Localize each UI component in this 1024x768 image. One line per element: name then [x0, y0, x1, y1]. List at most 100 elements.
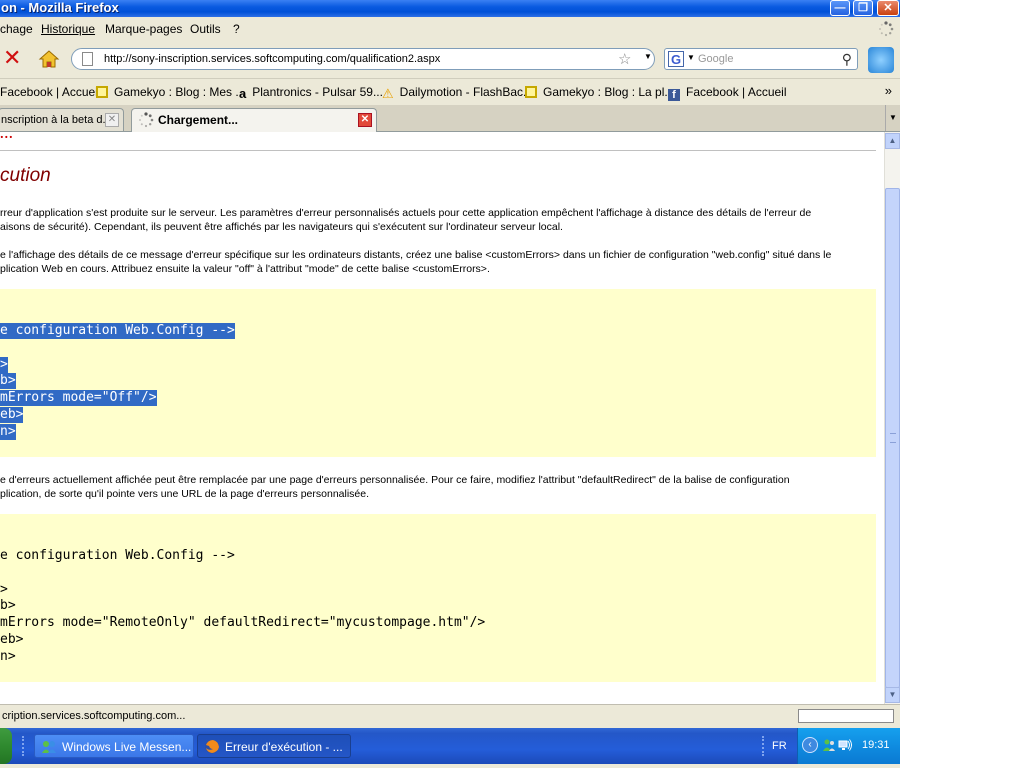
- tab-label: nscription à la beta d...: [1, 114, 112, 126]
- messenger-icon: [42, 741, 56, 753]
- taskbar-button-messenger[interactable]: Windows Live Messen...: [34, 734, 194, 758]
- search-bar[interactable]: G ▼ ⚲: [664, 48, 858, 70]
- restore-icon: ❐: [858, 2, 868, 14]
- code-line: eb>: [0, 407, 24, 423]
- network-icon[interactable]: [838, 738, 852, 752]
- firefox-icon: [205, 739, 219, 754]
- bookmark-label: Plantronics - Pulsar 59...: [252, 85, 383, 99]
- tab-label: Chargement...: [158, 113, 239, 127]
- facebook-icon: f: [668, 89, 680, 101]
- messenger-toolbar-icon[interactable]: [868, 47, 894, 73]
- loading-progress-bar: [798, 709, 894, 723]
- close-icon: ✕: [883, 2, 893, 14]
- minimize-button[interactable]: —: [830, 0, 850, 16]
- error-description: rreur d'application s'est produite sur l…: [0, 206, 880, 234]
- text-line: e l'affichage des détails de ce message …: [0, 249, 832, 261]
- code-line: >: [0, 582, 8, 597]
- search-input[interactable]: [698, 52, 828, 66]
- bookmarks-toolbar: Facebook | Accueil Gamekyo : Blog : Mes …: [0, 78, 900, 105]
- instructions-paragraph: e l'affichage des détails de ce message …: [0, 248, 880, 276]
- code-line: eb>: [0, 632, 24, 647]
- messenger-tray-icon[interactable]: [822, 738, 836, 752]
- tab-inscription-beta[interactable]: nscription à la beta d... ✕: [0, 108, 124, 131]
- taskbar-button-firefox[interactable]: Erreur d'exécution - ...: [197, 734, 351, 758]
- bookmarks-overflow-button[interactable]: »: [885, 83, 892, 98]
- bookmark-item[interactable]: a Plantronics - Pulsar 59...: [239, 85, 383, 101]
- gamekyo-icon: [525, 86, 537, 98]
- scrollbar-thumb[interactable]: [885, 188, 900, 688]
- taskbar-grip: [762, 736, 767, 756]
- error-heading: cution: [0, 165, 51, 186]
- divider: [0, 150, 876, 151]
- scrollbar-grip: [890, 433, 896, 443]
- taskbar-button-label: Erreur d'exécution - ...: [225, 740, 343, 754]
- home-icon[interactable]: [38, 49, 60, 69]
- code-line: b>: [0, 598, 16, 613]
- menu-help[interactable]: ?: [233, 22, 240, 36]
- tab-bar: nscription à la beta d... ✕ Chargement..…: [0, 105, 900, 132]
- close-window-button[interactable]: ✕: [877, 0, 899, 16]
- search-engine-dropdown-icon[interactable]: ▼: [687, 53, 695, 62]
- page-content: ... cution rreur d'application s'est pro…: [0, 132, 884, 704]
- search-magnifier-icon[interactable]: ⚲: [842, 51, 852, 68]
- menu-outils[interactable]: Outils: [190, 22, 221, 36]
- dailymotion-icon: ⚠: [382, 86, 394, 101]
- code-line: e configuration Web.Config -->: [0, 323, 235, 339]
- bookmark-label: Gamekyo : Blog : Mes ...: [114, 85, 246, 99]
- window-title: on - Mozilla Firefox: [1, 0, 119, 15]
- google-engine-icon[interactable]: G: [668, 51, 684, 67]
- tab-close-icon[interactable]: ✕: [105, 113, 119, 127]
- language-indicator[interactable]: FR: [772, 740, 787, 752]
- code-line: n>: [0, 649, 16, 664]
- amazon-icon: a: [239, 86, 247, 101]
- taskbar-grip: [22, 736, 27, 756]
- tab-close-icon[interactable]: ✕: [358, 113, 372, 127]
- title-bar: on - Mozilla Firefox — ❐ ✕: [0, 0, 900, 17]
- start-button[interactable]: [0, 728, 12, 764]
- code-line: >: [0, 357, 8, 373]
- text-line: plication Web en cours. Attribuez ensuit…: [0, 263, 490, 275]
- minimize-icon: —: [834, 2, 846, 14]
- url-bar[interactable]: ☆ ▼: [71, 48, 655, 70]
- code-block-web-config-off[interactable]: e configuration Web.Config --> > b> mErr…: [0, 289, 876, 457]
- bookmark-label: Facebook | Accueil: [686, 85, 787, 99]
- vertical-scrollbar[interactable]: ▲ ▼: [884, 132, 900, 704]
- maximize-button[interactable]: ❐: [853, 0, 873, 16]
- text-line: e d'erreurs actuellement affichée peut ê…: [0, 474, 790, 486]
- scroll-down-icon[interactable]: ▼: [885, 687, 900, 703]
- taskbar-button-label: Windows Live Messen...: [62, 740, 192, 754]
- windows-taskbar: Windows Live Messen... Erreur d'exécutio…: [0, 728, 900, 764]
- menu-historique[interactable]: Historique: [41, 22, 95, 36]
- bookmark-item[interactable]: Gamekyo : Blog : La pl...: [525, 85, 674, 99]
- text-line: plication, de sorte qu'il pointe vers un…: [0, 488, 370, 500]
- code-line: n>: [0, 424, 16, 440]
- text-line: rreur d'application s'est produite sur l…: [0, 207, 812, 219]
- bookmark-item[interactable]: ⚠ Dailymotion - FlashBac...: [382, 85, 533, 102]
- firefox-window: on - Mozilla Firefox — ❐ ✕ chage Histori…: [0, 0, 900, 768]
- code-line: mErrors mode="RemoteOnly" defaultRedirec…: [0, 615, 486, 630]
- url-input[interactable]: [104, 51, 604, 67]
- bookmark-item[interactable]: Facebook | Accueil: [0, 85, 101, 99]
- url-history-dropdown-icon[interactable]: ▼: [644, 52, 652, 61]
- clock[interactable]: 19:31: [862, 739, 890, 751]
- code-line: b>: [0, 373, 16, 389]
- navigation-toolbar: ✕ ☆ ▼ G ▼ ⚲: [0, 41, 900, 78]
- code-block-web-config-redirect[interactable]: e configuration Web.Config --> > b> mErr…: [0, 514, 876, 682]
- tab-list-dropdown-icon[interactable]: ▼: [885, 105, 900, 131]
- tab-loading-icon: [139, 112, 154, 128]
- scroll-up-icon[interactable]: ▲: [885, 133, 900, 149]
- page-icon: [82, 52, 93, 66]
- code-line: mErrors mode="Off"/>: [0, 390, 157, 406]
- bookmark-label: Facebook | Accueil: [0, 85, 101, 99]
- bookmark-star-icon[interactable]: ☆: [618, 50, 631, 68]
- menu-bar: chage Historique Marque-pages Outils ?: [0, 17, 900, 41]
- menu-affichage[interactable]: chage: [0, 22, 33, 36]
- code-line: e configuration Web.Config -->: [0, 548, 235, 563]
- bookmark-item[interactable]: Gamekyo : Blog : Mes ...: [96, 85, 245, 99]
- menu-marque-pages[interactable]: Marque-pages: [105, 22, 182, 36]
- gamekyo-icon: [96, 86, 108, 98]
- tab-chargement[interactable]: Chargement... ✕: [131, 108, 377, 132]
- bookmark-item[interactable]: f Facebook | Accueil: [668, 85, 787, 101]
- stop-icon[interactable]: ✕: [3, 48, 21, 70]
- show-hidden-icons-icon[interactable]: ‹: [802, 737, 818, 753]
